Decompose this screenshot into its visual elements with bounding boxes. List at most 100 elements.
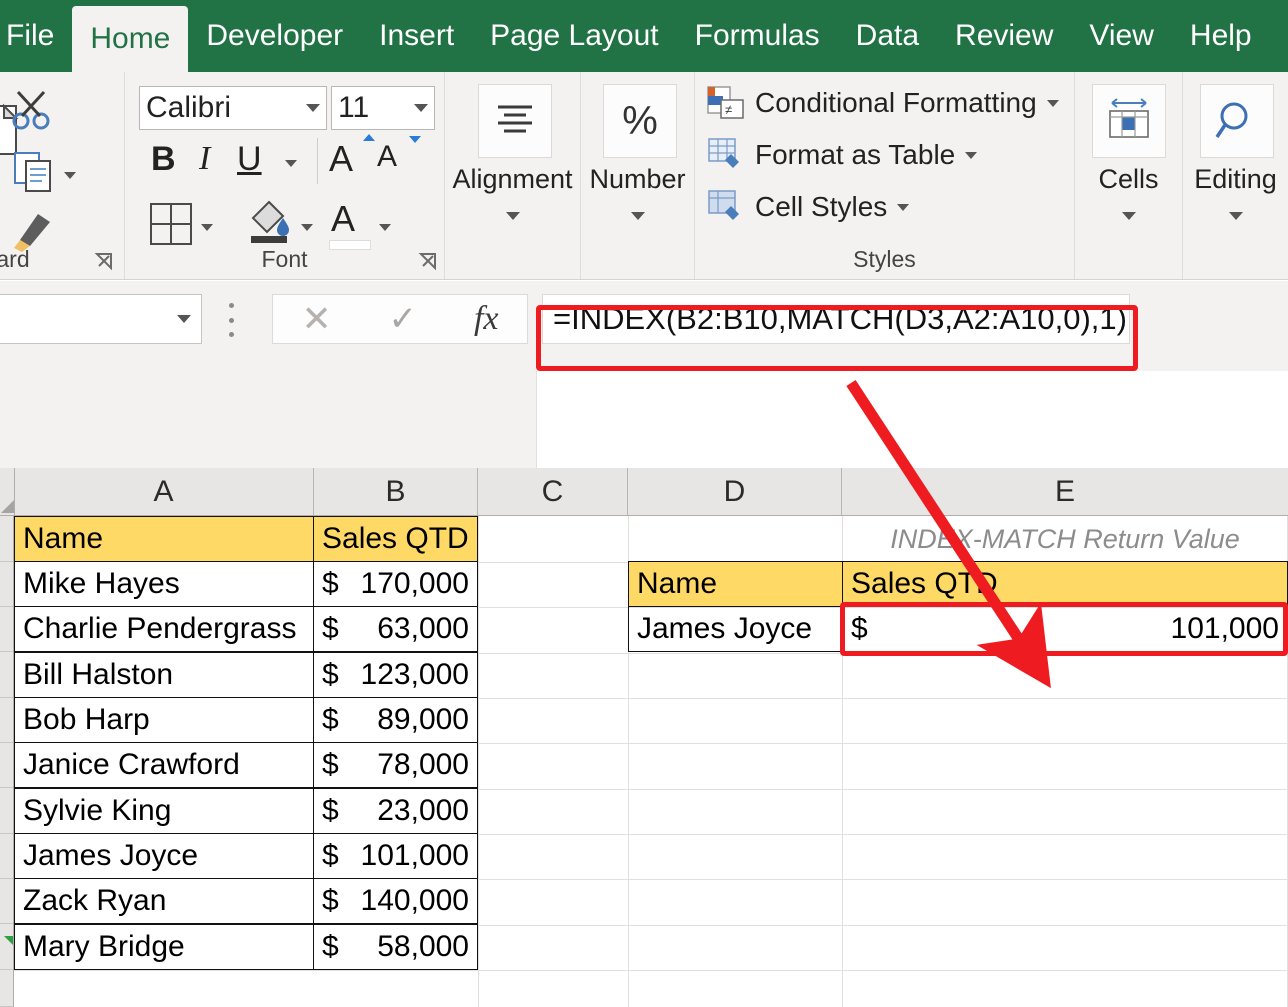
cell-styles-button[interactable]: Cell Styles bbox=[707, 190, 909, 224]
formula-bar-grip[interactable] bbox=[228, 303, 234, 337]
tab-help[interactable]: Help bbox=[1172, 0, 1270, 72]
editing-button[interactable] bbox=[1200, 84, 1274, 158]
cell-a8[interactable]: James Joyce bbox=[14, 833, 314, 879]
number-format-button[interactable]: % bbox=[603, 84, 677, 158]
tab-view[interactable]: View bbox=[1071, 0, 1171, 72]
tab-review[interactable]: Review bbox=[937, 0, 1071, 72]
row-header-10[interactable] bbox=[0, 924, 13, 970]
cells-chevron-down-icon[interactable] bbox=[1122, 212, 1136, 220]
cell-e3[interactable]: $ 101,000 bbox=[842, 606, 1288, 652]
underline-chevron-down-icon[interactable] bbox=[285, 160, 297, 167]
cell-e2[interactable]: Sales QTD bbox=[842, 561, 1288, 607]
font-size-chevron-down-icon[interactable] bbox=[414, 104, 428, 112]
cell-b3[interactable]: $ 63,000 bbox=[313, 606, 478, 652]
font-color-chevron-down-icon[interactable] bbox=[379, 224, 391, 231]
fill-color-chevron-down-icon[interactable] bbox=[301, 224, 313, 231]
row-header-9[interactable] bbox=[0, 879, 13, 924]
row-header-2[interactable] bbox=[0, 562, 13, 607]
cell-b1[interactable]: Sales QTD bbox=[313, 516, 478, 562]
tab-data[interactable]: Data bbox=[838, 0, 937, 72]
cell-d3[interactable]: James Joyce bbox=[628, 606, 843, 652]
select-all-corner[interactable] bbox=[0, 468, 15, 515]
cell-e1-caption[interactable]: INDEX-MATCH Return Value bbox=[843, 516, 1287, 562]
font-size-combobox[interactable]: 11 bbox=[331, 86, 435, 130]
font-name-combobox[interactable]: Calibri bbox=[139, 86, 327, 130]
cells-group-label: Cells bbox=[1075, 164, 1182, 195]
cell-b4[interactable]: $ 123,000 bbox=[313, 652, 478, 698]
cell-a4[interactable]: Bill Halston bbox=[14, 652, 314, 698]
row-header-4[interactable] bbox=[0, 652, 13, 698]
bold-button[interactable]: B bbox=[151, 140, 176, 179]
ribbon-group-alignment: Alignment bbox=[444, 72, 580, 279]
column-header-c[interactable]: C bbox=[478, 468, 628, 515]
formula-input[interactable]: =INDEX(B2:B10,MATCH(D3,A2:A10,0),1) bbox=[542, 294, 1130, 344]
cut-scissors-icon[interactable] bbox=[10, 88, 54, 137]
cell-b2[interactable]: $ 170,000 bbox=[313, 561, 478, 607]
insert-function-icon[interactable]: fx bbox=[474, 300, 499, 338]
italic-button[interactable]: I bbox=[199, 140, 210, 178]
tell-me-box[interactable]: Tell m bbox=[1270, 19, 1288, 53]
cell-a5[interactable]: Bob Harp bbox=[14, 697, 314, 743]
row-header-6[interactable] bbox=[0, 743, 13, 788]
cell-b9[interactable]: $ 140,000 bbox=[313, 878, 478, 924]
name-box-chevron-down-icon[interactable] bbox=[177, 315, 191, 323]
row-header-3[interactable] bbox=[0, 607, 13, 652]
fill-color-icon[interactable] bbox=[245, 198, 293, 251]
tab-page-layout[interactable]: Page Layout bbox=[472, 0, 676, 72]
cell-a3[interactable]: Charlie Pendergrass bbox=[14, 606, 314, 652]
font-dialog-launcher-icon[interactable] bbox=[418, 251, 438, 271]
column-header-b[interactable]: B bbox=[314, 468, 478, 515]
cancel-icon[interactable]: ✕ bbox=[301, 301, 331, 337]
copy-chevron-down-icon[interactable] bbox=[64, 172, 76, 179]
borders-icon[interactable] bbox=[149, 202, 193, 251]
clipboard-dialog-launcher-icon[interactable] bbox=[94, 251, 114, 271]
alignment-button[interactable] bbox=[478, 84, 552, 158]
cells-button[interactable] bbox=[1092, 84, 1166, 158]
cell-b6[interactable]: $ 78,000 bbox=[313, 742, 478, 788]
number-chevron-down-icon[interactable] bbox=[631, 212, 645, 220]
row-header-11[interactable] bbox=[0, 970, 13, 1007]
row-header-8[interactable] bbox=[0, 834, 13, 879]
cell-b9-amount: 140,000 bbox=[361, 884, 469, 918]
format-as-table-chevron-down-icon[interactable] bbox=[965, 152, 977, 159]
tab-developer[interactable]: Developer bbox=[188, 0, 361, 72]
cell-styles-chevron-down-icon[interactable] bbox=[897, 204, 909, 211]
row-header-1[interactable] bbox=[0, 516, 13, 562]
enter-icon[interactable]: ✓ bbox=[389, 302, 418, 336]
column-header-a[interactable]: A bbox=[14, 468, 314, 515]
column-header-e[interactable]: E bbox=[842, 468, 1288, 515]
cell-a2[interactable]: Mike Hayes bbox=[14, 561, 314, 607]
conditional-formatting-chevron-down-icon[interactable] bbox=[1047, 100, 1059, 107]
copy-icon[interactable] bbox=[12, 150, 56, 199]
cell-a1[interactable]: Name bbox=[14, 516, 314, 562]
name-box[interactable]: 3 bbox=[0, 294, 202, 344]
row-header-7[interactable] bbox=[0, 788, 13, 834]
cell-d2[interactable]: Name bbox=[628, 561, 843, 607]
borders-chevron-down-icon[interactable] bbox=[201, 224, 213, 231]
increase-font-size-button[interactable]: A bbox=[329, 138, 353, 180]
cell-b7[interactable]: $ 23,000 bbox=[313, 788, 478, 834]
alignment-chevron-down-icon[interactable] bbox=[506, 212, 520, 220]
cell-b8[interactable]: $ 101,000 bbox=[313, 833, 478, 879]
cell-b5[interactable]: $ 89,000 bbox=[313, 697, 478, 743]
tab-insert[interactable]: Insert bbox=[361, 0, 472, 72]
tab-formulas[interactable]: Formulas bbox=[677, 0, 838, 72]
tab-file[interactable]: File bbox=[0, 0, 72, 72]
conditional-formatting-button[interactable]: ≠ Conditional Formatting bbox=[707, 86, 1059, 120]
cell-a9[interactable]: Zack Ryan bbox=[14, 878, 314, 924]
cell-a6[interactable]: Janice Crawford bbox=[14, 742, 314, 788]
increase-font-arrow-icon bbox=[363, 134, 375, 141]
decrease-font-size-button[interactable]: A bbox=[377, 140, 397, 174]
cell-b3-currency: $ bbox=[322, 612, 343, 646]
cell-a7[interactable]: Sylvie King bbox=[14, 788, 314, 834]
cell-b10[interactable]: $ 58,000 bbox=[313, 924, 478, 970]
format-as-table-button[interactable]: Format as Table bbox=[707, 138, 977, 172]
underline-button[interactable]: U bbox=[237, 140, 262, 179]
editing-chevron-down-icon[interactable] bbox=[1229, 212, 1243, 220]
font-color-button[interactable]: A bbox=[331, 198, 355, 240]
font-name-chevron-down-icon[interactable] bbox=[306, 104, 320, 112]
tab-home[interactable]: Home bbox=[72, 6, 188, 72]
row-header-5[interactable] bbox=[0, 698, 13, 743]
cell-a10[interactable]: Mary Bridge bbox=[14, 924, 314, 970]
column-header-d[interactable]: D bbox=[628, 468, 842, 515]
